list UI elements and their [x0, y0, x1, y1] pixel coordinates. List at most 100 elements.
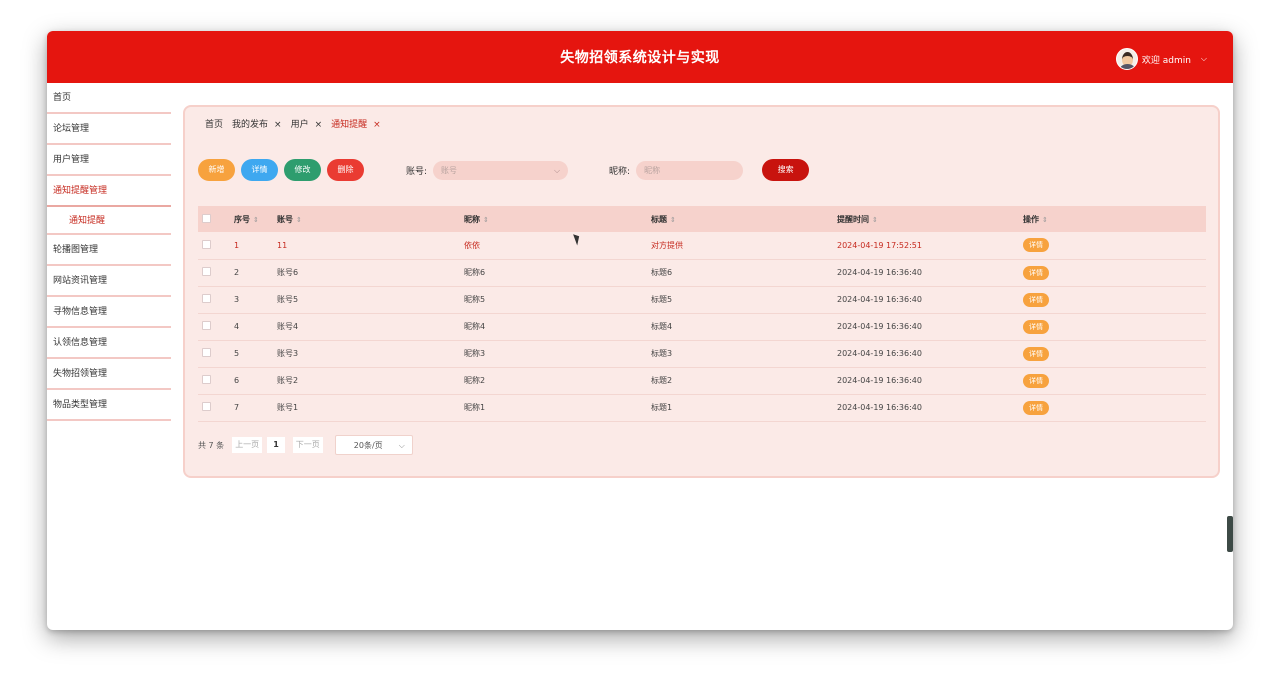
column-header[interactable]: 昵称 ⇕ — [464, 206, 651, 232]
sort-icon[interactable]: ⇕ — [872, 216, 878, 224]
row-detail-button[interactable]: 详情 — [1023, 265, 1049, 280]
row-checkbox[interactable] — [202, 348, 211, 357]
chevron-down-icon[interactable]: ⌵ — [1201, 54, 1207, 64]
nickname-input[interactable]: 昵称 — [636, 160, 744, 180]
column-header[interactable]: 序号 ⇕ — [234, 206, 277, 232]
table-header-row: 序号 ⇕ 账号 ⇕ 昵称 ⇕ 标题 ⇕ 提醒时间 ⇕ 操作 ⇕ — [198, 206, 1206, 232]
table-row[interactable]: 6 账号2 昵称2 标题2 2024-04-19 16:36:40 详情 — [198, 367, 1206, 394]
column-header[interactable]: 标题 ⇕ — [651, 206, 837, 232]
row-detail-button[interactable]: 详情 — [1023, 346, 1049, 361]
toolbar: 新增 详情 修改 删除 账号: 账号 ⌵ 昵称: 昵称 搜索 — [198, 159, 810, 181]
row-checkbox[interactable] — [202, 402, 211, 411]
table-cell: 标题6 — [651, 268, 673, 277]
chevron-down-icon: ⌵ — [398, 441, 405, 450]
row-checkbox[interactable] — [202, 239, 211, 249]
table-row[interactable]: 7 账号1 昵称1 标题1 2024-04-19 16:36:40 详情 — [198, 394, 1206, 421]
app-window: 失物招领系统设计与实现 欢迎 admin ⌵ 首页 论坛管理 用户管理 通知提醒管理通… — [47, 31, 1233, 630]
table-row[interactable]: 5 账号3 昵称3 标题3 2024-04-19 16:36:40 详情 — [198, 340, 1206, 367]
table-cell: 11 — [277, 240, 288, 250]
sidebar-item[interactable]: 用户管理 — [47, 145, 171, 176]
table-cell: 昵称5 — [464, 295, 486, 304]
notice-table: 序号 ⇕ 账号 ⇕ 昵称 ⇕ 标题 ⇕ 提醒时间 ⇕ 操作 ⇕ 1 11 依依 对方提供 2024-04-19… — [198, 206, 1206, 422]
sidebar-item[interactable]: 物品类型管理 — [47, 390, 171, 421]
row-detail-button[interactable]: 详情 — [1023, 373, 1049, 388]
tab[interactable]: 首页 — [205, 117, 223, 130]
tab[interactable]: 我的发布 × — [232, 117, 282, 130]
top-bar: 失物招领系统设计与实现 欢迎 admin ⌵ — [47, 31, 1233, 83]
action-cell: 详情 — [1023, 367, 1206, 394]
sidebar-item[interactable]: 网站资讯管理 — [47, 266, 171, 297]
sidebar-item[interactable]: 论坛管理 — [47, 114, 171, 145]
account-label: 账号: — [406, 166, 428, 177]
edit-button[interactable]: 修改 — [284, 159, 321, 181]
table-cell: 账号4 — [277, 322, 299, 331]
column-header[interactable]: 提醒时间 ⇕ — [837, 206, 1023, 232]
row-detail-button[interactable]: 详情 — [1023, 319, 1049, 334]
sort-icon[interactable]: ⇕ — [253, 216, 259, 224]
tab-label: 首页 — [205, 120, 224, 130]
select-all-checkbox[interactable] — [202, 213, 211, 223]
table-row[interactable]: 2 账号6 昵称6 标题6 2024-04-19 16:36:40 详情 — [198, 259, 1206, 286]
sidebar-item[interactable]: 寻物信息管理 — [47, 297, 171, 328]
row-checkbox[interactable] — [202, 375, 211, 384]
tab[interactable]: 通知提醒 × — [331, 117, 381, 130]
nickname-placeholder: 昵称 — [644, 165, 661, 175]
page-size-select[interactable]: 20条/页 ⌵ — [334, 435, 413, 455]
nickname-label: 昵称: — [609, 166, 631, 177]
next-page-button[interactable]: 下一页 — [292, 437, 323, 453]
sidebar-item[interactable]: 认领信息管理 — [47, 328, 171, 359]
add-button[interactable]: 新增 — [198, 159, 235, 181]
row-detail-button[interactable]: 详情 — [1023, 292, 1049, 307]
column-header-label: 账号 — [277, 214, 293, 224]
tab-bar: 首页 我的发布 × 用户 × 通知提醒 × — [205, 117, 381, 130]
tab-label: 通知提醒 — [331, 120, 368, 130]
app-title: 失物招领系统设计与实现 — [560, 50, 720, 66]
user-menu[interactable]: 欢迎 admin ⌵ — [1115, 48, 1207, 70]
row-detail-button[interactable]: 详情 — [1023, 400, 1049, 415]
avatar[interactable] — [1115, 48, 1138, 70]
table-cell: 3 — [234, 295, 240, 304]
sidebar-item[interactable]: 通知提醒 — [47, 207, 171, 235]
current-page[interactable]: 1 — [267, 437, 285, 453]
table-cell: 昵称2 — [464, 376, 486, 385]
row-checkbox[interactable] — [202, 294, 211, 303]
table-cell: 昵称1 — [464, 403, 486, 412]
sidebar-item[interactable]: 首页 — [47, 83, 171, 114]
close-icon[interactable]: × — [315, 120, 323, 130]
main-panel: 首页 我的发布 × 用户 × 通知提醒 × 新增 详情 修改 删除 账号: 账号 ⌵ 昵称:… — [183, 105, 1220, 478]
row-checkbox[interactable] — [202, 267, 211, 276]
search-button[interactable]: 搜索 — [762, 159, 810, 181]
sidebar: 首页 论坛管理 用户管理 通知提醒管理 通知提醒 轮播图管理 网站资讯管理 寻物信息管理 认领信… — [47, 83, 171, 421]
account-select[interactable]: 账号 ⌵ — [433, 160, 569, 180]
column-header[interactable]: 操作 ⇕ — [1023, 206, 1206, 232]
sort-icon[interactable]: ⇕ — [483, 216, 489, 224]
table-row[interactable]: 3 账号5 昵称5 标题5 2024-04-19 16:36:40 详情 — [198, 286, 1206, 313]
column-header-label: 序号 — [234, 214, 250, 224]
row-checkbox[interactable] — [202, 321, 211, 330]
table-row[interactable]: 1 11 依依 对方提供 2024-04-19 17:52:51 详情 — [198, 232, 1206, 259]
delete-button[interactable]: 删除 — [327, 159, 364, 181]
table-cell: 2024-04-19 16:36:40 — [837, 268, 922, 277]
sidebar-item[interactable]: 通知提醒管理 — [47, 176, 171, 207]
sort-icon[interactable]: ⇕ — [670, 216, 676, 224]
close-icon[interactable]: × — [373, 120, 381, 130]
table-row[interactable]: 4 账号4 昵称4 标题4 2024-04-19 16:36:40 详情 — [198, 313, 1206, 340]
scrollbar-handle[interactable] — [1227, 516, 1233, 552]
table-cell: 账号3 — [277, 349, 299, 358]
close-icon[interactable]: × — [274, 120, 282, 130]
pagination: 共 7 条 上一页 1 下一页 20条/页 ⌵ — [198, 435, 413, 455]
detail-button[interactable]: 详情 — [241, 159, 278, 181]
page-size-value: 20条/页 — [353, 441, 383, 450]
column-header[interactable]: 账号 ⇕ — [277, 206, 464, 232]
sidebar-item[interactable]: 失物招领管理 — [47, 359, 171, 390]
sort-icon[interactable]: ⇕ — [296, 216, 302, 224]
sidebar-item[interactable]: 轮播图管理 — [47, 235, 171, 266]
action-cell: 详情 — [1023, 340, 1206, 367]
column-header-label: 昵称 — [464, 214, 480, 224]
row-detail-button[interactable]: 详情 — [1023, 238, 1049, 253]
total-count: 共 7 条 — [198, 440, 225, 450]
chevron-down-icon: ⌵ — [553, 165, 561, 175]
sort-icon[interactable]: ⇕ — [1042, 216, 1048, 224]
prev-page-button[interactable]: 上一页 — [232, 437, 263, 453]
tab[interactable]: 用户 × — [291, 117, 323, 130]
